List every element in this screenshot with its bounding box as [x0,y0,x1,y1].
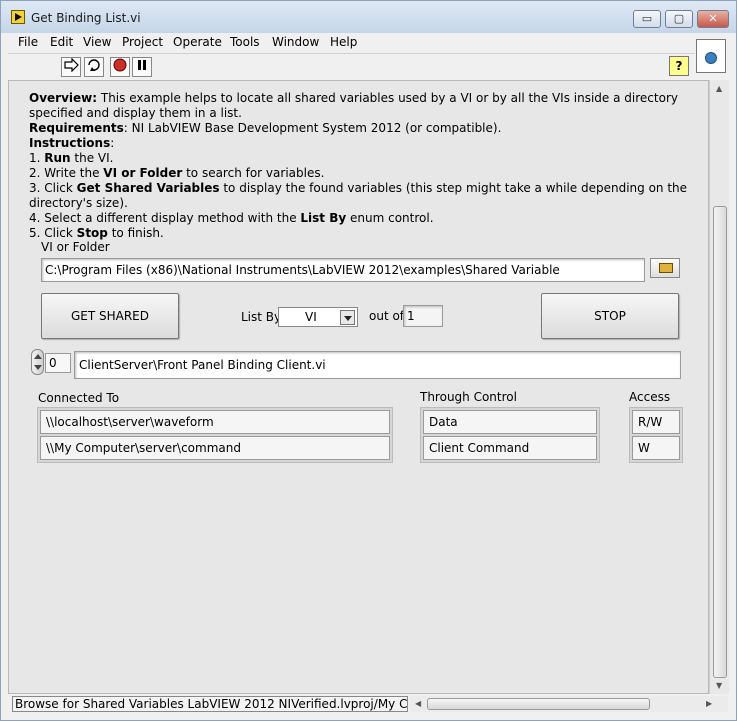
browse-button[interactable] [650,258,680,278]
pause-icon [138,60,146,70]
abort-button[interactable] [110,57,130,77]
globe-icon [705,52,717,64]
vi-or-folder-input[interactable]: C:\Program Files (x86)\National Instrume… [41,258,645,282]
decrement-arrow-icon[interactable] [34,365,42,370]
list-item: Data [423,410,597,434]
status-bar: Browse for Shared Variables LabVIEW 2012… [8,694,729,714]
array-index-input[interactable]: 0 [45,353,71,373]
menu-operate[interactable]: Operate [173,35,222,49]
labview-vi-icon [11,10,25,24]
run-continuously-button[interactable] [84,57,104,77]
vertical-scroll-thumb[interactable] [713,206,727,678]
horizontal-scrollbar[interactable]: ◀ ▶ [410,696,728,712]
increment-arrow-icon[interactable] [34,354,42,359]
folder-icon [659,263,673,273]
through-control-list: Data Client Command [420,407,600,463]
menu-bar: File Edit View Project Operate Tools Win… [8,33,695,53]
out-of-indicator: 1 [403,305,443,327]
list-item: \\localhost\server\waveform [40,410,390,434]
scroll-up-icon[interactable]: ▲ [716,84,722,93]
horizontal-scroll-thumb[interactable] [427,698,650,710]
through-control-label: Through Control [420,390,517,404]
vi-path-indicator: ClientServer\Front Panel Binding Client.… [74,351,681,379]
maximize-button[interactable]: ▢ [665,10,693,28]
title-bar[interactable]: Get Binding List.vi ▭ ▢ ✕ [1,1,736,33]
stop-button[interactable]: STOP [541,293,679,339]
list-by-enum[interactable]: VI [278,307,358,327]
menu-help[interactable]: Help [330,35,357,49]
menu-file[interactable]: File [18,35,38,49]
get-shared-variables-button[interactable]: GET SHARED VARIABLES [41,293,179,367]
application-window: Get Binding List.vi ▭ ▢ ✕ File Edit View… [0,0,737,721]
front-panel: Overview: This example helps to locate a… [8,80,709,694]
minimize-button[interactable]: ▭ [633,10,661,28]
toolbar [8,53,695,79]
pause-button[interactable] [132,57,152,77]
minimize-icon: ▭ [641,12,653,25]
list-item: W [632,436,680,460]
menu-project[interactable]: Project [122,35,163,49]
list-item: \\My Computer\server\command [40,436,390,460]
vi-connector-icon [696,39,726,73]
vi-or-folder-label: VI or Folder [41,240,110,254]
scroll-right-icon[interactable]: ▶ [706,699,712,708]
project-context-text: Browse for Shared Variables LabVIEW 2012… [12,696,408,712]
instructions-text: Overview: This example helps to locate a… [29,91,688,240]
list-by-label: List By [241,310,282,324]
chevron-down-icon[interactable] [340,310,355,325]
run-arrow-icon [64,57,79,73]
out-of-label: out of [369,309,405,323]
stop-sign-icon [113,58,127,72]
scroll-left-icon[interactable]: ◀ [415,699,421,708]
scroll-down-icon[interactable]: ▼ [716,681,722,690]
list-by-value: VI [305,310,317,324]
connected-to-list: \\localhost\server\waveform \\My Compute… [37,407,393,463]
menu-view[interactable]: View [83,35,111,49]
access-label: Access [629,390,671,404]
context-help-button[interactable]: ? [669,56,689,76]
menu-tools[interactable]: Tools [230,35,260,49]
window-title: Get Binding List.vi [31,11,141,25]
maximize-icon: ▢ [673,12,685,25]
run-button[interactable] [61,57,81,77]
list-item: R/W [632,410,680,434]
vertical-scrollbar[interactable]: ▲ ▼ [709,80,729,694]
array-index-stepper[interactable] [31,349,44,375]
menu-window[interactable]: Window [272,35,319,49]
access-list: R/W W [629,407,683,463]
connected-to-label: Connected To [38,391,120,405]
run-continuously-icon [88,59,100,71]
menu-edit[interactable]: Edit [50,35,73,49]
list-item: Client Command [423,436,597,460]
close-button[interactable]: ✕ [697,10,729,28]
close-icon: ✕ [708,12,718,25]
